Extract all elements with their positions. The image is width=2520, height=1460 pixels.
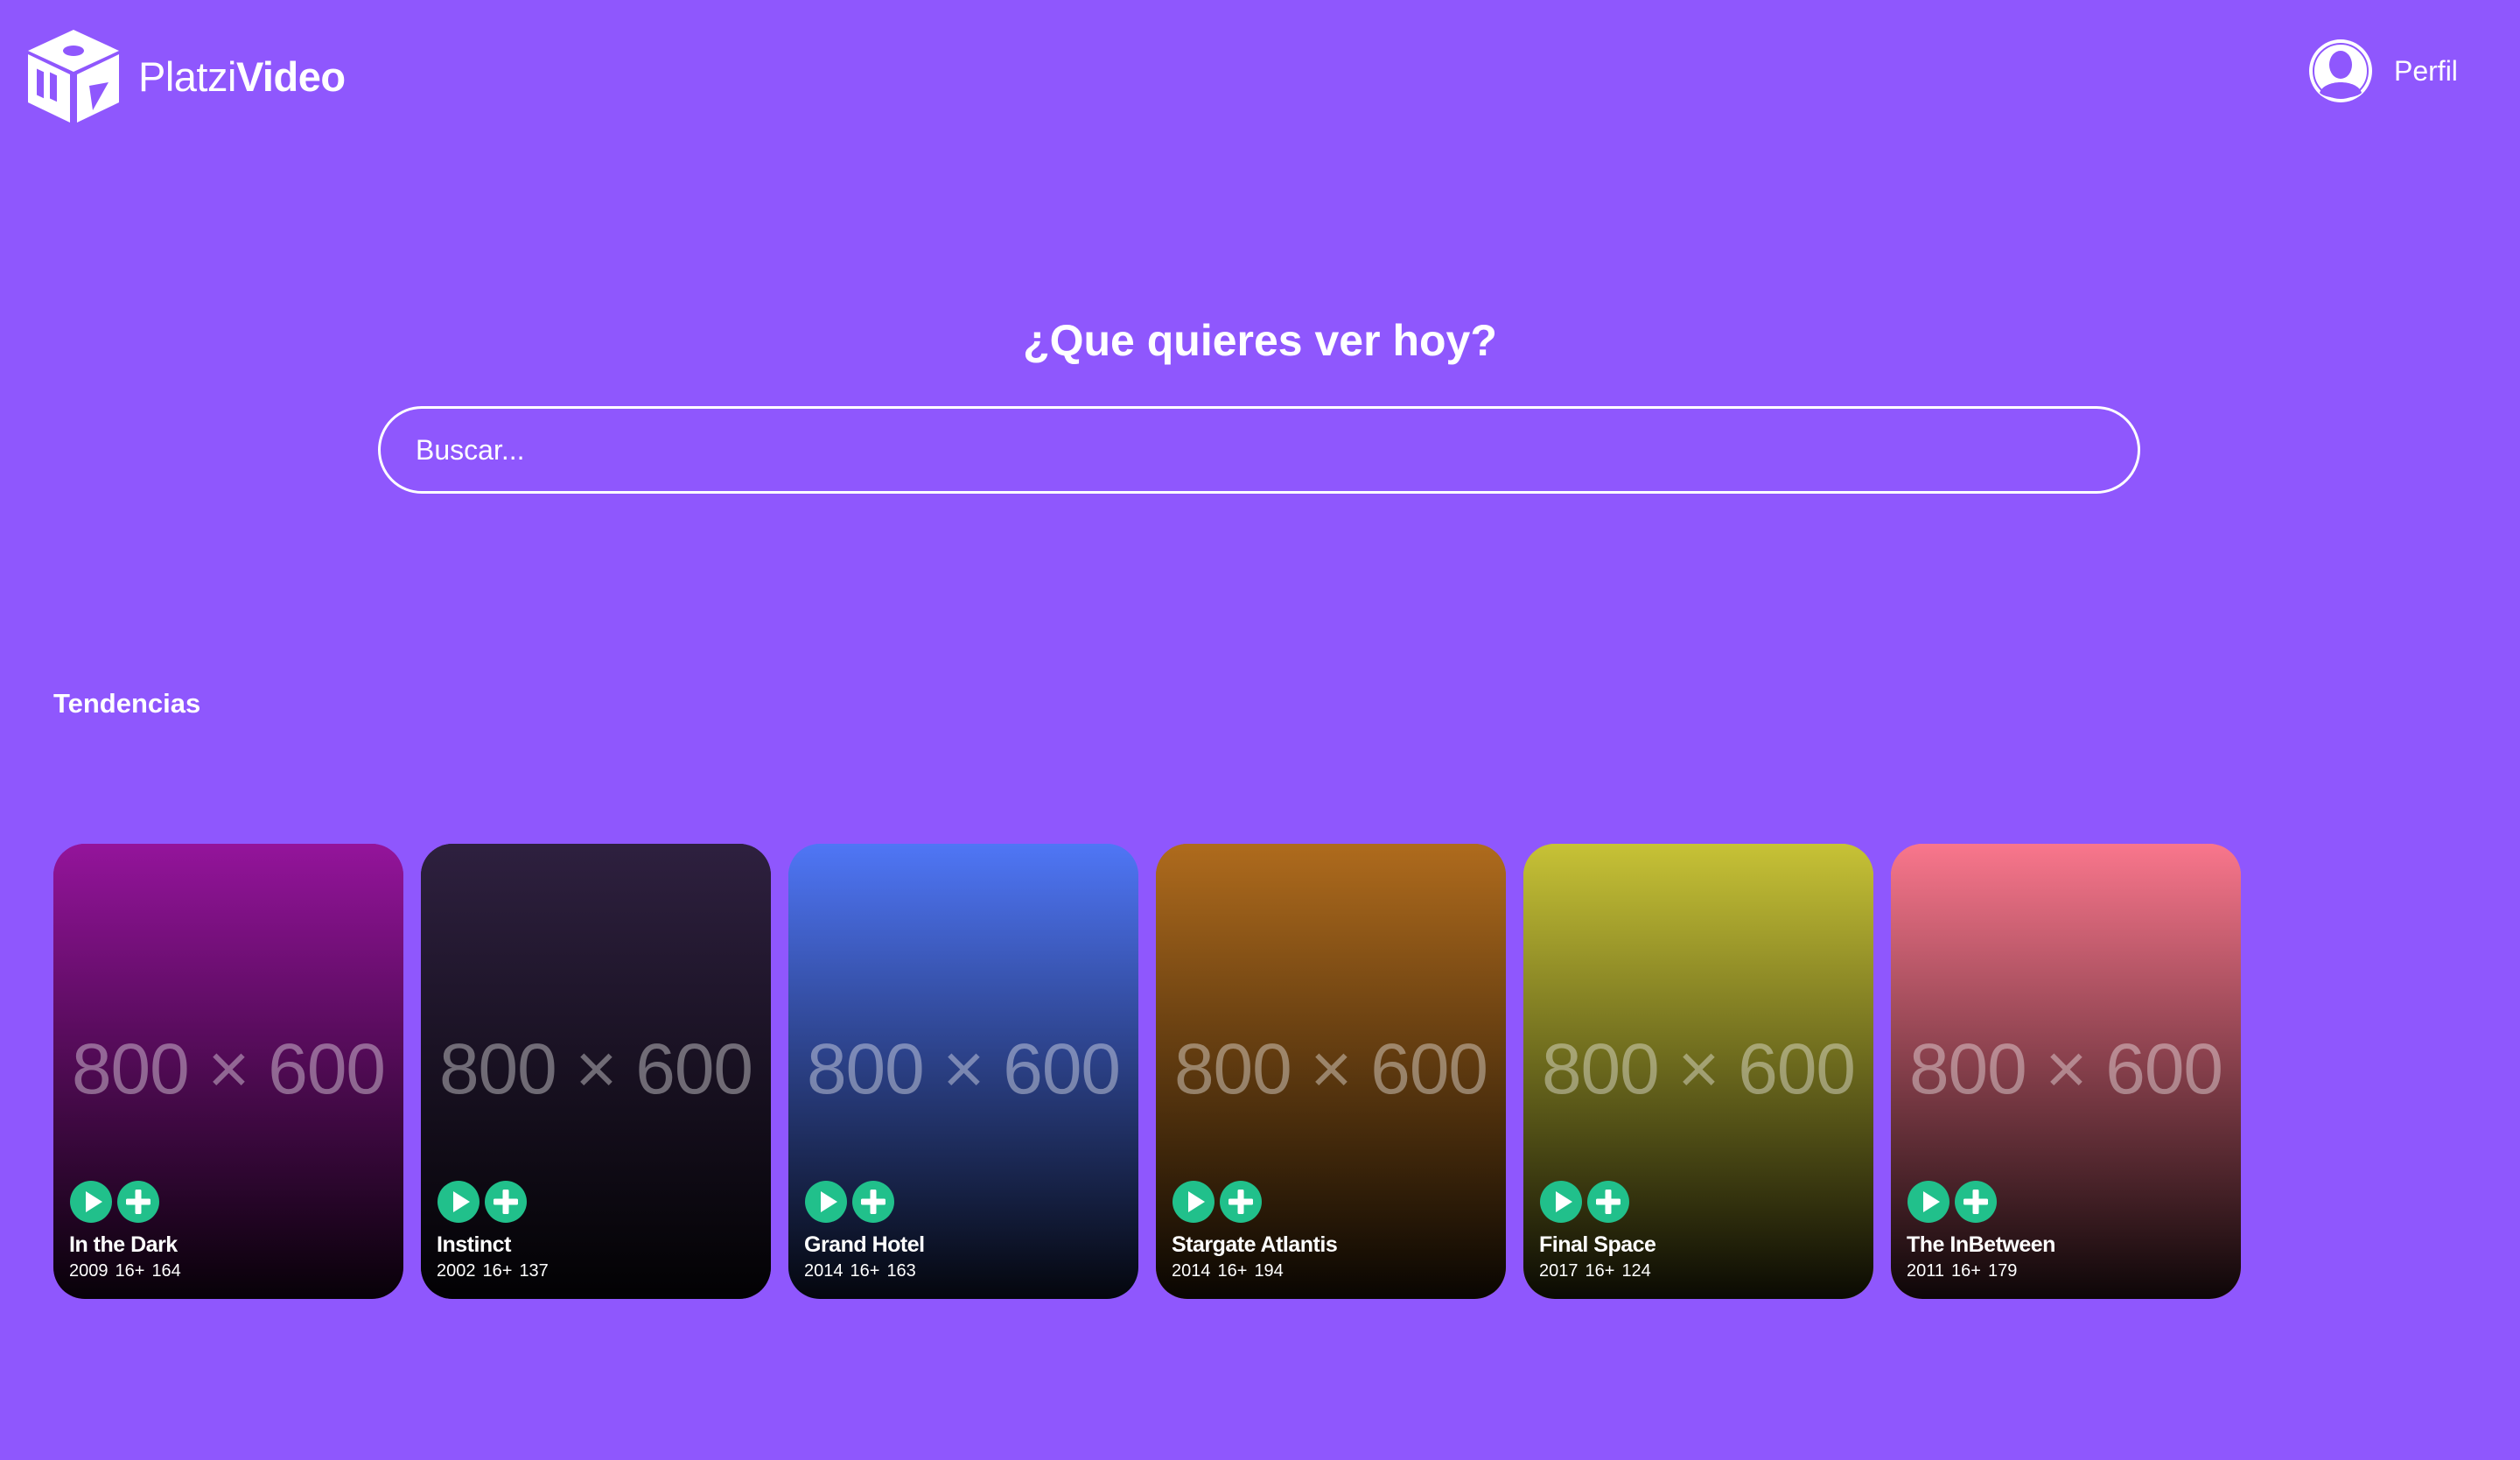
movie-card-details: Grand Hotel 2014 16+ 163 [804, 1180, 925, 1283]
movie-card-details: The InBetween 2011 16+ 179 [1907, 1180, 2055, 1283]
movie-meta: 2009 16+ 164 [69, 1259, 181, 1283]
card-actions [69, 1180, 181, 1224]
logo-text-bold: Video [235, 53, 346, 100]
play-icon[interactable] [804, 1180, 848, 1224]
movie-meta: 2017 16+ 124 [1539, 1259, 1656, 1283]
movie-title: The InBetween [1907, 1232, 2055, 1257]
movie-card[interactable]: 800 × 600 Grand Hotel 2014 16+ 163 [788, 844, 1138, 1299]
movie-card[interactable]: 800 × 600 The InBetween 2011 16+ 179 [1891, 844, 2241, 1299]
plus-icon[interactable] [484, 1180, 528, 1224]
play-icon[interactable] [69, 1180, 113, 1224]
movie-card[interactable]: 800 × 600 Final Space 2017 16+ 124 [1523, 844, 1873, 1299]
movie-card[interactable]: 800 × 600 Stargate Atlantis 2014 16+ 194 [1156, 844, 1506, 1299]
movie-meta: 2014 16+ 163 [804, 1259, 925, 1283]
movie-duration: 137 [519, 1261, 549, 1281]
movie-year: 2011 [1907, 1261, 1945, 1281]
movie-rating: 16+ [1951, 1261, 1981, 1281]
play-icon[interactable] [1539, 1180, 1583, 1224]
movie-duration: 164 [151, 1261, 181, 1281]
movie-duration: 194 [1254, 1261, 1284, 1281]
movie-rating: 16+ [850, 1261, 880, 1281]
placeholder-dimensions-label: 800 × 600 [1908, 1029, 2223, 1109]
placeholder-dimensions-label: 800 × 600 [71, 1029, 386, 1109]
placeholder-dimensions-label: 800 × 600 [1173, 1029, 1488, 1109]
movie-duration: 163 [886, 1261, 916, 1281]
movie-card-details: Final Space 2017 16+ 124 [1539, 1180, 1656, 1283]
card-actions [1539, 1180, 1656, 1224]
profile-menu[interactable]: Perfil [2306, 37, 2458, 105]
movie-year: 2017 [1539, 1261, 1578, 1281]
movie-card[interactable]: 800 × 600 Instinct 2002 16+ 137 [421, 844, 771, 1299]
movie-year: 2014 [804, 1261, 844, 1281]
platzi-video-logo-icon [28, 30, 119, 123]
header: PlatziVideo Perfil [0, 0, 2520, 149]
movie-rating: 16+ [1585, 1261, 1615, 1281]
plus-icon[interactable] [116, 1180, 160, 1224]
movie-duration: 179 [1987, 1261, 2018, 1281]
section-title-tendencias: Tendencias [53, 688, 201, 719]
movie-rating: 16+ [482, 1261, 513, 1281]
card-actions [1172, 1180, 1337, 1224]
movie-year: 2002 [437, 1261, 476, 1281]
plus-icon[interactable] [1586, 1180, 1630, 1224]
movie-duration: 124 [1621, 1261, 1651, 1281]
movie-year: 2014 [1172, 1261, 1211, 1281]
logo-text-light: Platzi [138, 53, 236, 100]
page-title: ¿Que quieres ver hoy? [1023, 316, 1497, 365]
movie-card[interactable]: 800 × 600 In the Dark 2009 16+ 164 [53, 844, 403, 1299]
card-actions [437, 1180, 549, 1224]
plus-icon[interactable] [1219, 1180, 1263, 1224]
plus-icon[interactable] [1954, 1180, 1998, 1224]
movie-meta: 2014 16+ 194 [1172, 1259, 1337, 1283]
logo-text: PlatziVideo [138, 56, 346, 97]
user-avatar-icon [2309, 39, 2372, 102]
search-input[interactable] [378, 406, 2140, 494]
movie-meta: 2002 16+ 137 [437, 1259, 549, 1283]
movie-title: Grand Hotel [804, 1232, 925, 1257]
movie-card-details: Instinct 2002 16+ 137 [437, 1180, 549, 1283]
movie-title: Instinct [437, 1232, 511, 1257]
card-actions [1907, 1180, 2055, 1224]
card-actions [804, 1180, 925, 1224]
movie-card-details: Stargate Atlantis 2014 16+ 194 [1172, 1180, 1338, 1283]
play-icon[interactable] [1907, 1180, 1950, 1224]
movie-title: Final Space [1539, 1232, 1656, 1257]
movie-year: 2009 [69, 1261, 108, 1281]
placeholder-dimensions-label: 800 × 600 [806, 1029, 1121, 1109]
movie-card-details: In the Dark 2009 16+ 164 [69, 1180, 181, 1283]
trending-carousel: 800 × 600 In the Dark 2009 16+ 164 800 × 6… [53, 844, 2241, 1299]
movie-rating: 16+ [1217, 1261, 1248, 1281]
movie-rating: 16+ [115, 1261, 145, 1281]
logo[interactable]: PlatziVideo [24, 28, 346, 124]
movie-title: Stargate Atlantis [1172, 1232, 1338, 1257]
profile-label: Perfil [2394, 54, 2458, 87]
play-icon[interactable] [437, 1180, 480, 1224]
movie-meta: 2011 16+ 179 [1907, 1259, 2055, 1283]
play-icon[interactable] [1172, 1180, 1215, 1224]
placeholder-dimensions-label: 800 × 600 [1541, 1029, 1856, 1109]
placeholder-dimensions-label: 800 × 600 [438, 1029, 753, 1109]
movie-title: In the Dark [69, 1232, 178, 1257]
plus-icon[interactable] [851, 1180, 895, 1224]
